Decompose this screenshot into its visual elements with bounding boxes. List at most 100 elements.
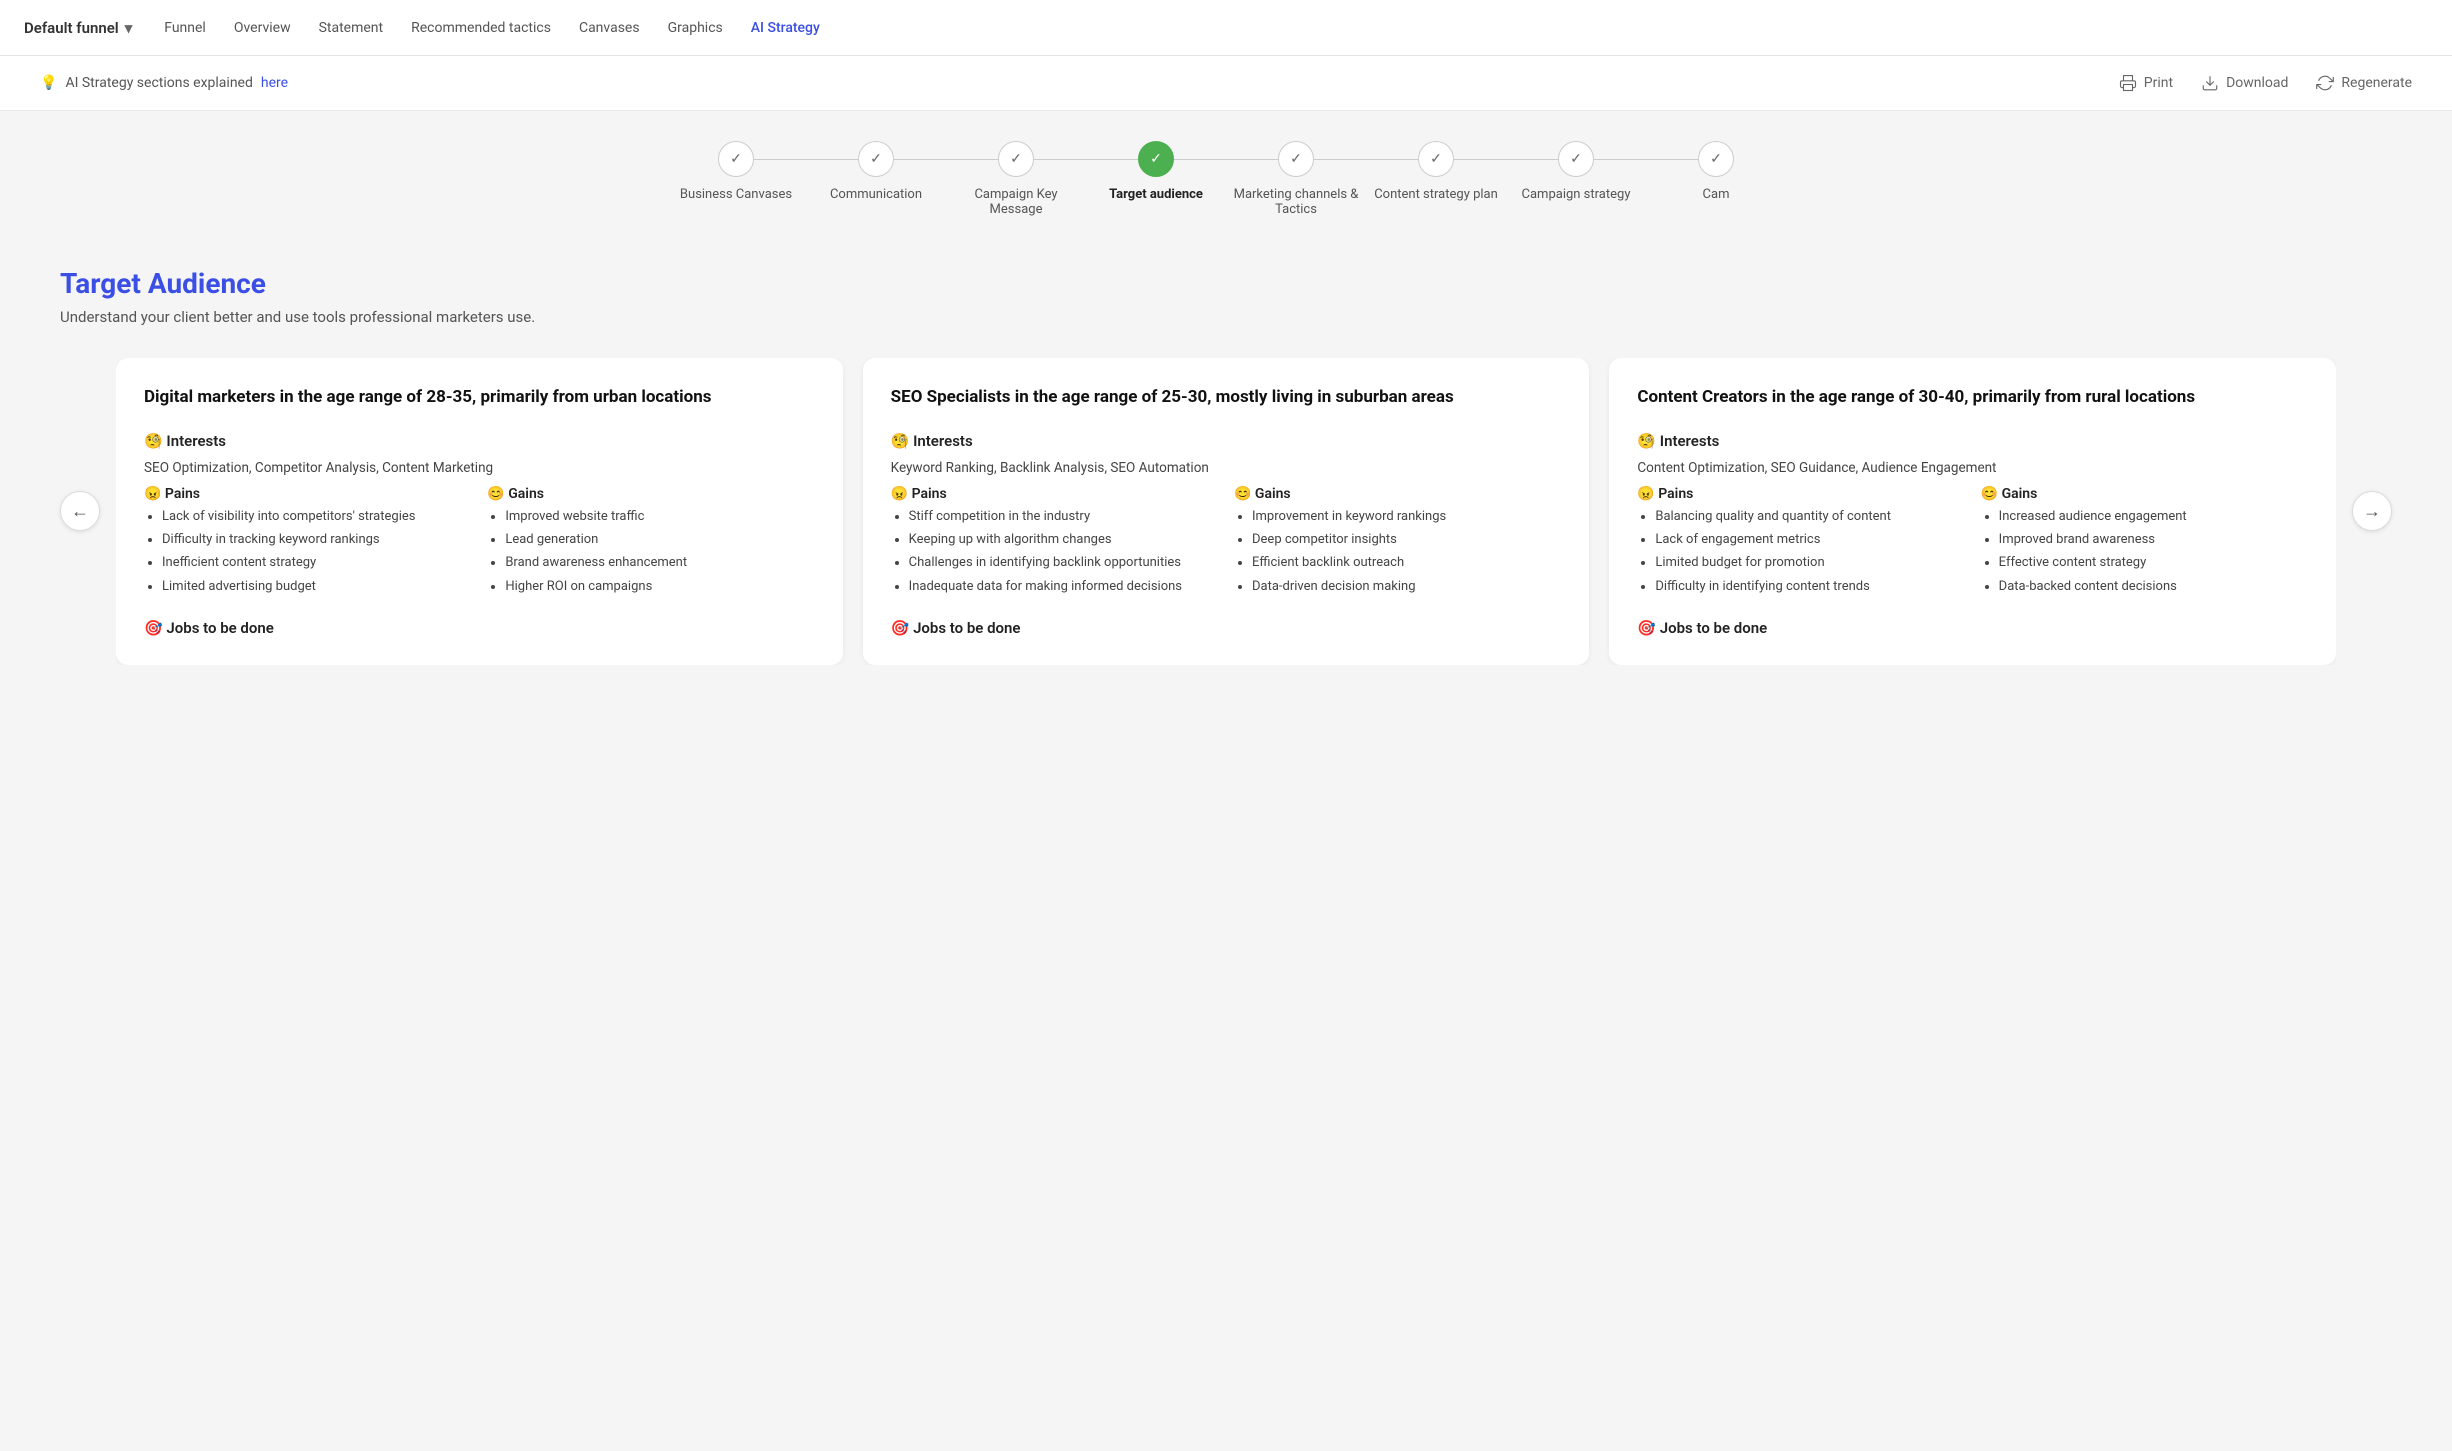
card-3-pains-gains: 😠 Pains Balancing quality and quantity o… bbox=[1637, 486, 2308, 601]
page-subtitle: Understand your client better and use to… bbox=[60, 308, 2392, 326]
card-2-gains-label: 😊 Gains bbox=[1234, 486, 1561, 502]
list-item: Lack of visibility into competitors' str… bbox=[162, 508, 471, 526]
card-2-pains-list: Stiff competition in the industry Keepin… bbox=[891, 508, 1218, 596]
card-1: Digital marketers in the age range of 28… bbox=[116, 358, 843, 665]
card-3-interests-label: 🧐 Interests bbox=[1637, 432, 2308, 450]
stepper-circle-4: ✓ bbox=[1138, 141, 1174, 177]
nav-funnel[interactable]: Funnel bbox=[164, 20, 206, 36]
action-bar: 💡 AI Strategy sections explained here Pr… bbox=[0, 56, 2452, 111]
list-item: Deep competitor insights bbox=[1252, 531, 1561, 549]
list-item: Stiff competition in the industry bbox=[909, 508, 1218, 526]
card-3-pains-col: 😠 Pains Balancing quality and quantity o… bbox=[1637, 486, 1964, 601]
nav-ai-strategy[interactable]: AI Strategy bbox=[751, 20, 820, 36]
page-title: Target Audience bbox=[60, 267, 2392, 300]
nav-graphics[interactable]: Graphics bbox=[668, 20, 723, 36]
card-2-gains-list: Improvement in keyword rankings Deep com… bbox=[1234, 508, 1561, 596]
nav-links: Funnel Overview Statement Recommended ta… bbox=[164, 20, 820, 36]
download-icon bbox=[2201, 74, 2219, 92]
list-item: Improved brand awareness bbox=[1999, 531, 2308, 549]
card-3-gains-col: 😊 Gains Increased audience engagement Im… bbox=[1981, 486, 2308, 601]
main-content: Target Audience Understand your client b… bbox=[0, 227, 2452, 1451]
list-item: Lead generation bbox=[505, 531, 814, 549]
stepper-circle-8: ✓ bbox=[1698, 141, 1734, 177]
card-2-pains-label: 😠 Pains bbox=[891, 486, 1218, 502]
stepper-circle-2: ✓ bbox=[858, 141, 894, 177]
nav-statement[interactable]: Statement bbox=[319, 20, 384, 36]
card-1-gains-label: 😊 Gains bbox=[487, 486, 814, 502]
card-1-gains-list: Improved website traffic Lead generation… bbox=[487, 508, 814, 596]
stepper-campaign-strategy[interactable]: ✓ Campaign strategy bbox=[1506, 141, 1646, 202]
cards-container: Digital marketers in the age range of 28… bbox=[116, 358, 2336, 665]
top-navigation: Default funnel ▾ Funnel Overview Stateme… bbox=[0, 0, 2452, 56]
card-3-pains-list: Balancing quality and quantity of conten… bbox=[1637, 508, 1964, 596]
funnel-selector[interactable]: Default funnel ▾ bbox=[24, 19, 132, 37]
card-1-interests-label: 🧐 Interests bbox=[144, 432, 815, 450]
stepper-communication[interactable]: ✓ Communication bbox=[806, 141, 946, 202]
list-item: Challenges in identifying backlink oppor… bbox=[909, 554, 1218, 572]
action-buttons: Print Download Regenerate bbox=[2119, 74, 2412, 92]
card-3-gains-label: 😊 Gains bbox=[1981, 486, 2308, 502]
stepper-circle-1: ✓ bbox=[718, 141, 754, 177]
left-arrow-button[interactable]: ← bbox=[60, 491, 100, 531]
card-2-pains-gains: 😠 Pains Stiff competition in the industr… bbox=[891, 486, 1562, 601]
card-1-gains-col: 😊 Gains Improved website traffic Lead ge… bbox=[487, 486, 814, 601]
card-3-pains-label: 😠 Pains bbox=[1637, 486, 1964, 502]
chevron-down-icon: ▾ bbox=[125, 19, 133, 37]
list-item: Higher ROI on campaigns bbox=[505, 578, 814, 596]
cards-wrapper: ← Digital marketers in the age range of … bbox=[60, 358, 2392, 665]
list-item: Keeping up with algorithm changes bbox=[909, 531, 1218, 549]
card-3-interests-text: Content Optimization, SEO Guidance, Audi… bbox=[1637, 458, 2308, 478]
regenerate-icon bbox=[2316, 74, 2334, 92]
list-item: Limited budget for promotion bbox=[1655, 554, 1964, 572]
list-item: Improvement in keyword rankings bbox=[1252, 508, 1561, 526]
list-item: Difficulty in tracking keyword rankings bbox=[162, 531, 471, 549]
lightbulb-icon: 💡 bbox=[40, 75, 57, 91]
card-1-interests-text: SEO Optimization, Competitor Analysis, C… bbox=[144, 458, 815, 478]
card-2-interests-text: Keyword Ranking, Backlink Analysis, SEO … bbox=[891, 458, 1562, 478]
list-item: Brand awareness enhancement bbox=[505, 554, 814, 572]
list-item: Limited advertising budget bbox=[162, 578, 471, 596]
nav-overview[interactable]: Overview bbox=[234, 20, 291, 36]
stepper-cam[interactable]: ✓ Cam bbox=[1646, 141, 1786, 202]
card-2-jobs-label: 🎯 Jobs to be done bbox=[891, 619, 1562, 637]
stepper-campaign-key-message[interactable]: ✓ Campaign Key Message bbox=[946, 141, 1086, 217]
card-2-title: SEO Specialists in the age range of 25-3… bbox=[891, 386, 1562, 410]
left-arrow-icon: ← bbox=[71, 501, 89, 522]
download-button[interactable]: Download bbox=[2201, 74, 2288, 92]
info-text: 💡 AI Strategy sections explained here bbox=[40, 75, 288, 91]
stepper-business-canvases[interactable]: ✓ Business Canvases bbox=[666, 141, 806, 202]
stepper-circle-3: ✓ bbox=[998, 141, 1034, 177]
stepper-section: ✓ Business Canvases ✓ Communication ✓ Ca… bbox=[0, 111, 2452, 227]
stepper: ✓ Business Canvases ✓ Communication ✓ Ca… bbox=[666, 141, 1786, 217]
stepper-target-audience[interactable]: ✓ Target audience bbox=[1086, 141, 1226, 202]
list-item: Data-driven decision making bbox=[1252, 578, 1561, 596]
stepper-marketing-channels[interactable]: ✓ Marketing channels & Tactics bbox=[1226, 141, 1366, 217]
info-link[interactable]: here bbox=[261, 75, 288, 91]
card-3-gains-list: Increased audience engagement Improved b… bbox=[1981, 508, 2308, 596]
card-2: SEO Specialists in the age range of 25-3… bbox=[863, 358, 1590, 665]
print-icon bbox=[2119, 74, 2137, 92]
card-1-pains-col: 😠 Pains Lack of visibility into competit… bbox=[144, 486, 471, 601]
list-item: Efficient backlink outreach bbox=[1252, 554, 1561, 572]
right-arrow-button[interactable]: → bbox=[2352, 491, 2392, 531]
print-button[interactable]: Print bbox=[2119, 74, 2173, 92]
card-3-title: Content Creators in the age range of 30-… bbox=[1637, 386, 2308, 410]
regenerate-button[interactable]: Regenerate bbox=[2316, 74, 2412, 92]
list-item: Lack of engagement metrics bbox=[1655, 531, 1964, 549]
list-item: Difficulty in identifying content trends bbox=[1655, 578, 1964, 596]
stepper-circle-5: ✓ bbox=[1278, 141, 1314, 177]
card-2-gains-col: 😊 Gains Improvement in keyword rankings … bbox=[1234, 486, 1561, 601]
nav-canvases[interactable]: Canvases bbox=[579, 20, 640, 36]
stepper-circle-6: ✓ bbox=[1418, 141, 1454, 177]
list-item: Balancing quality and quantity of conten… bbox=[1655, 508, 1964, 526]
card-3-jobs-label: 🎯 Jobs to be done bbox=[1637, 619, 2308, 637]
card-3: Content Creators in the age range of 30-… bbox=[1609, 358, 2336, 665]
list-item: Data-backed content decisions bbox=[1999, 578, 2308, 596]
list-item: Effective content strategy bbox=[1999, 554, 2308, 572]
card-2-interests-label: 🧐 Interests bbox=[891, 432, 1562, 450]
nav-recommended-tactics[interactable]: Recommended tactics bbox=[411, 20, 551, 36]
right-arrow-icon: → bbox=[2363, 501, 2381, 522]
card-2-pains-col: 😠 Pains Stiff competition in the industr… bbox=[891, 486, 1218, 601]
stepper-content-strategy[interactable]: ✓ Content strategy plan bbox=[1366, 141, 1506, 202]
card-1-jobs-label: 🎯 Jobs to be done bbox=[144, 619, 815, 637]
